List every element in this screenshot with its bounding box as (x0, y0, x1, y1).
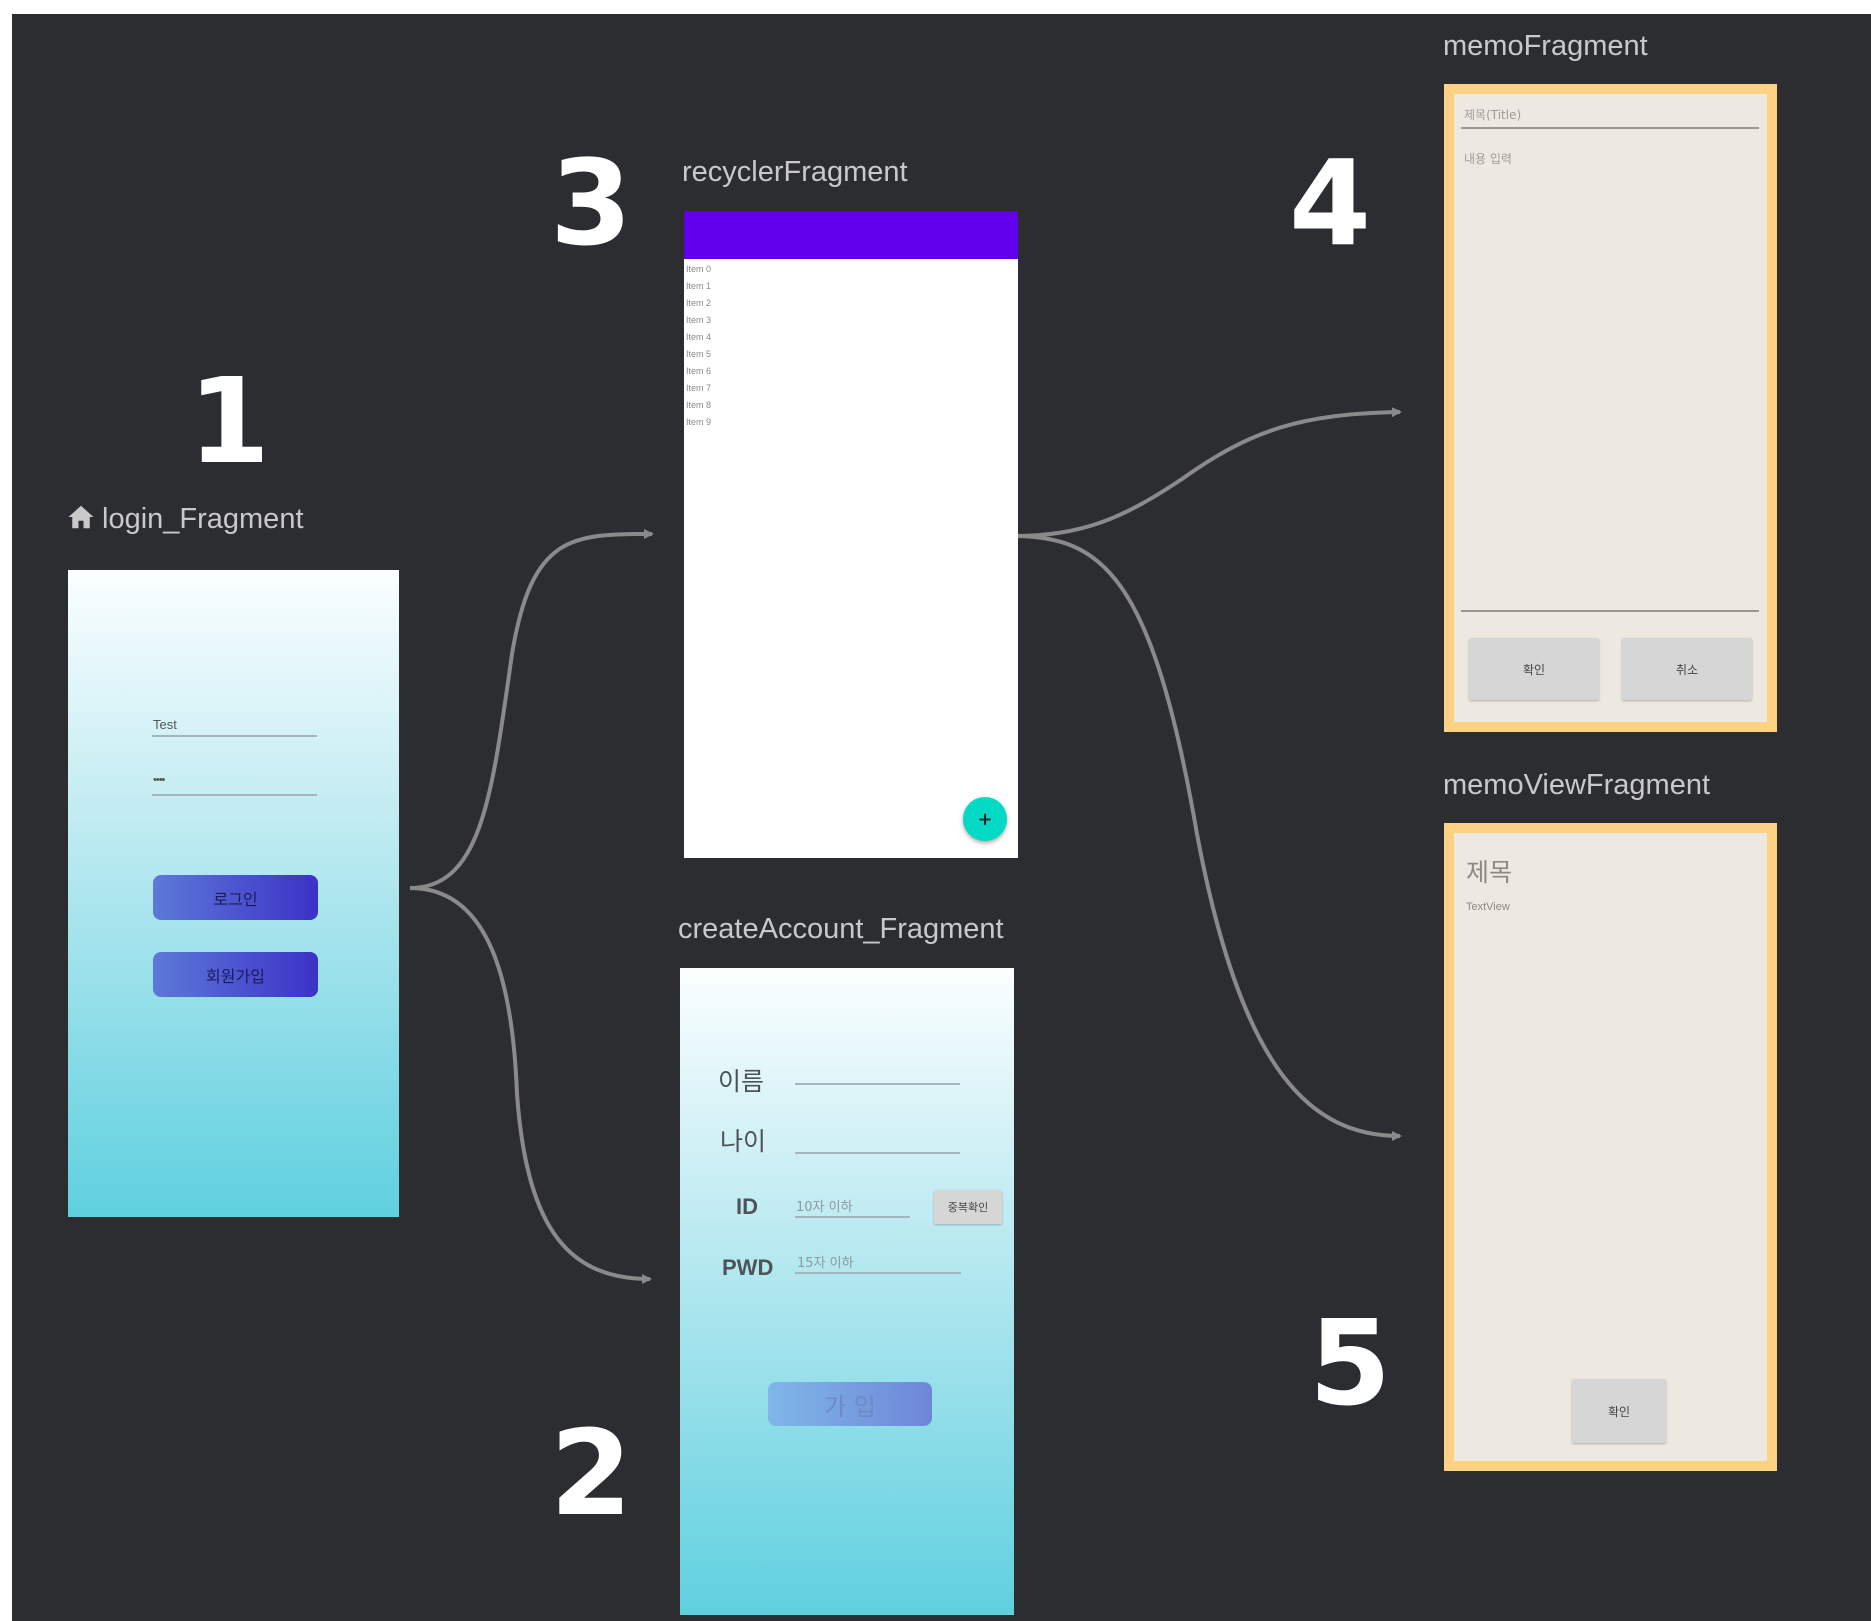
id-input[interactable] (795, 1216, 910, 1218)
duplicate-check-button[interactable]: 중복확인 (934, 1190, 1002, 1224)
pwd-label: PWD (722, 1255, 774, 1280)
list-item[interactable]: Item 2 (684, 295, 1018, 312)
memo-confirm-button[interactable]: 확인 (1469, 638, 1599, 700)
password-underline (152, 794, 317, 796)
memo-title-input[interactable]: 제목(Title) (1464, 106, 1521, 123)
username-underline (152, 735, 317, 737)
memo-title-underline (1461, 127, 1759, 129)
login-fragment-screen[interactable]: Test •••• 로그인 회원가입 (68, 570, 399, 1217)
step-number-4: 4 (1289, 134, 1372, 272)
pwd-input[interactable] (795, 1272, 961, 1274)
list-item[interactable]: Item 6 (684, 363, 1018, 380)
fab-add-button[interactable]: + (963, 797, 1007, 841)
memo-view-heading: 제목 (1466, 858, 1513, 887)
id-label: ID (736, 1194, 758, 1219)
arrow-login-to-create-account (409, 886, 652, 1284)
arrow-recycler-to-memo (1011, 407, 1402, 538)
name-label: 이름 (718, 1067, 765, 1096)
list-item[interactable]: Item 1 (684, 278, 1018, 295)
login-fragment-title[interactable]: login_Fragment (66, 502, 304, 536)
list-item[interactable]: Item 9 (684, 414, 1018, 431)
memo-fragment-screen[interactable]: 제목(Title) 내용 입력 확인 취소 (1444, 84, 1777, 732)
navigation-graph-canvas: 1 2 3 4 5 login_Fragment Test •••• 로그인 회… (12, 14, 1871, 1621)
recycler-list[interactable]: Item 0 Item 1 Item 2 Item 3 Item 4 Item 5 Item… (684, 259, 1018, 431)
memo-content-underline (1461, 610, 1759, 612)
list-item[interactable]: Item 8 (684, 397, 1018, 414)
age-label: 나이 (720, 1127, 767, 1156)
step-number-1: 1 (188, 352, 271, 490)
memo-view-confirm-button[interactable]: 확인 (1572, 1379, 1666, 1443)
step-number-3: 3 (550, 134, 633, 272)
plus-icon: + (977, 808, 993, 830)
step-number-5: 5 (1309, 1294, 1392, 1432)
list-item[interactable]: Item 7 (684, 380, 1018, 397)
list-item[interactable]: Item 4 (684, 329, 1018, 346)
memo-cancel-button[interactable]: 취소 (1622, 638, 1752, 700)
memo-view-fragment-title[interactable]: memoViewFragment (1443, 769, 1710, 802)
create-account-fragment-title[interactable]: createAccount_Fragment (678, 913, 1004, 946)
password-input[interactable]: •••• (153, 774, 165, 786)
arrow-recycler-to-memo-view (1011, 534, 1402, 1141)
memo-fragment-title[interactable]: memoFragment (1443, 30, 1648, 63)
toolbar (684, 211, 1018, 259)
memo-view-textview: TextView (1466, 901, 1510, 913)
step-number-2: 2 (550, 1404, 633, 1542)
home-icon (68, 505, 94, 529)
join-button[interactable]: 가 입 (768, 1382, 932, 1426)
id-input-hint[interactable]: 10자 이하 (796, 1196, 853, 1215)
recycler-fragment-title[interactable]: recyclerFragment (682, 156, 908, 189)
login-button[interactable]: 로그인 (153, 875, 318, 920)
recycler-fragment-screen[interactable]: Item 0 Item 1 Item 2 Item 3 Item 4 Item 5 Item… (684, 211, 1018, 858)
pwd-input-hint[interactable]: 15자 이하 (797, 1252, 854, 1271)
list-item[interactable]: Item 3 (684, 312, 1018, 329)
arrow-login-to-recycler (409, 529, 654, 890)
list-item[interactable]: Item 5 (684, 346, 1018, 363)
memo-view-fragment-screen[interactable]: 제목 TextView 확인 (1444, 823, 1777, 1471)
signup-button[interactable]: 회원가입 (153, 952, 318, 997)
age-input[interactable] (795, 1152, 960, 1154)
create-account-fragment-screen[interactable]: 이름 나이 ID 10자 이하 중복확인 PWD 15자 이하 가 입 (680, 968, 1014, 1615)
memo-content-input[interactable]: 내용 입력 (1464, 150, 1512, 167)
username-input[interactable]: Test (153, 717, 177, 732)
list-item[interactable]: Item 0 (684, 261, 1018, 278)
name-input[interactable] (795, 1083, 960, 1085)
login-fragment-title-text: login_Fragment (102, 503, 304, 535)
